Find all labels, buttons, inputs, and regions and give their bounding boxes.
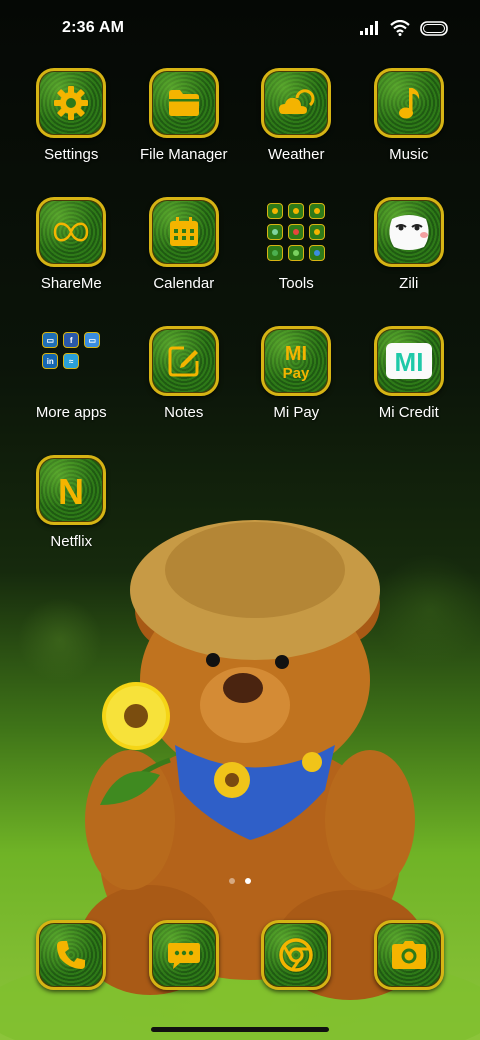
signal-icon xyxy=(360,21,378,35)
battery-icon xyxy=(420,20,448,36)
app-music[interactable]: Music xyxy=(353,68,466,163)
mi-credit-icon: MI xyxy=(385,343,432,379)
weather-tile[interactable] xyxy=(261,68,332,138)
home-indicator-bar[interactable] xyxy=(151,1027,329,1032)
status-bar: 2:36 AM xyxy=(0,0,480,56)
mi-credit-tile[interactable]: MI xyxy=(373,326,444,396)
phone-tile[interactable] xyxy=(36,920,107,990)
dock-camera[interactable] xyxy=(353,920,466,990)
netflix-tile[interactable]: N xyxy=(36,455,107,525)
settings-tile[interactable] xyxy=(36,68,107,138)
mini-app-icon xyxy=(267,245,284,261)
wallpaper-bokeh xyxy=(0,520,480,720)
svg-text:N: N xyxy=(58,471,84,509)
music-note-icon xyxy=(398,88,419,119)
app-mi-pay[interactable]: MI Pay Mi Pay xyxy=(240,326,353,421)
mi-pay-icon: MI Pay xyxy=(283,343,310,382)
app-grid: Settings File Manager Weather Music Shar… xyxy=(15,68,465,550)
app-mi-credit[interactable]: MI Mi Credit xyxy=(353,326,466,421)
calendar-icon xyxy=(169,217,198,246)
app-label: Weather xyxy=(268,146,325,163)
mini-app-icon xyxy=(267,203,284,219)
dock-chrome[interactable] xyxy=(240,920,353,990)
mini-app-icon xyxy=(288,224,305,240)
app-notes[interactable]: Notes xyxy=(128,326,241,421)
svg-text:MI: MI xyxy=(394,347,423,377)
app-label: Calendar xyxy=(153,275,215,292)
app-weather[interactable]: Weather xyxy=(240,68,353,163)
gear-icon xyxy=(54,86,89,120)
zili-face-icon xyxy=(389,215,429,250)
mini-app-icon xyxy=(288,203,305,219)
app-label: Music xyxy=(389,146,429,163)
app-label: Tools xyxy=(278,275,314,292)
shareme-tile[interactable] xyxy=(36,197,107,267)
status-time: 2:36 AM xyxy=(62,19,125,36)
chrome-icon xyxy=(279,938,313,972)
app-calendar[interactable]: Calendar xyxy=(128,197,241,292)
app-label: Mi Credit xyxy=(378,404,439,421)
dock-phone[interactable] xyxy=(15,920,128,990)
mini-app-icon xyxy=(309,245,326,261)
camera-tile[interactable] xyxy=(373,920,444,990)
app-label: File Manager xyxy=(139,146,228,163)
app-label: Zili xyxy=(399,275,419,292)
svg-text:Pay: Pay xyxy=(283,365,310,382)
folder-icon xyxy=(168,90,199,116)
wifi-icon xyxy=(390,20,410,36)
svg-text:MI: MI xyxy=(285,343,307,365)
mini-app-icon: in xyxy=(42,353,59,369)
app-label: Notes xyxy=(164,404,204,421)
mini-app-icon xyxy=(267,224,284,240)
mini-app-icon xyxy=(309,224,326,240)
mini-app-icon: f xyxy=(63,332,80,348)
mini-app-icon: ≈ xyxy=(63,353,80,369)
dock xyxy=(15,920,465,990)
mini-app-icon xyxy=(309,203,326,219)
page-dot[interactable] xyxy=(229,878,235,884)
notes-pen-icon xyxy=(168,346,199,377)
phone-icon xyxy=(57,941,86,969)
netflix-icon: N xyxy=(58,471,84,509)
dock-messages[interactable] xyxy=(128,920,241,990)
chrome-tile[interactable] xyxy=(261,920,332,990)
app-netflix[interactable]: N Netflix xyxy=(15,455,128,550)
app-label: More apps xyxy=(35,404,107,421)
file-manager-tile[interactable] xyxy=(148,68,219,138)
mini-app-icon: ▭ xyxy=(84,332,101,348)
page-dot-active[interactable] xyxy=(245,878,251,884)
music-tile[interactable] xyxy=(373,68,444,138)
app-label: ShareMe xyxy=(40,275,102,292)
app-settings[interactable]: Settings xyxy=(15,68,128,163)
notes-tile[interactable] xyxy=(148,326,219,396)
more-apps-folder-icon[interactable]: ▭ f ▭ in ≈ xyxy=(36,326,106,396)
app-zili[interactable]: Zili xyxy=(353,197,466,292)
calendar-tile[interactable] xyxy=(148,197,219,267)
app-more-apps-folder[interactable]: ▭ f ▭ in ≈ More apps xyxy=(15,326,128,421)
mini-app-icon: ▭ xyxy=(42,332,59,348)
app-file-manager[interactable]: File Manager xyxy=(128,68,241,163)
tools-folder-icon[interactable] xyxy=(261,197,331,267)
app-label: Settings xyxy=(44,146,99,163)
status-icons xyxy=(360,20,450,36)
cloud-sun-icon xyxy=(279,89,315,114)
messages-tile[interactable] xyxy=(148,920,219,990)
app-shareme[interactable]: ShareMe xyxy=(15,197,128,292)
shareme-icon xyxy=(53,222,89,242)
zili-tile[interactable] xyxy=(373,197,444,267)
message-icon xyxy=(167,943,200,969)
app-tools-folder[interactable]: Tools xyxy=(240,197,353,292)
mi-pay-tile[interactable]: MI Pay xyxy=(261,326,332,396)
page-indicator xyxy=(0,878,480,884)
mini-app-icon xyxy=(288,245,305,261)
camera-icon xyxy=(391,941,426,969)
app-label: Mi Pay xyxy=(273,404,320,421)
app-label: Netflix xyxy=(50,533,93,550)
